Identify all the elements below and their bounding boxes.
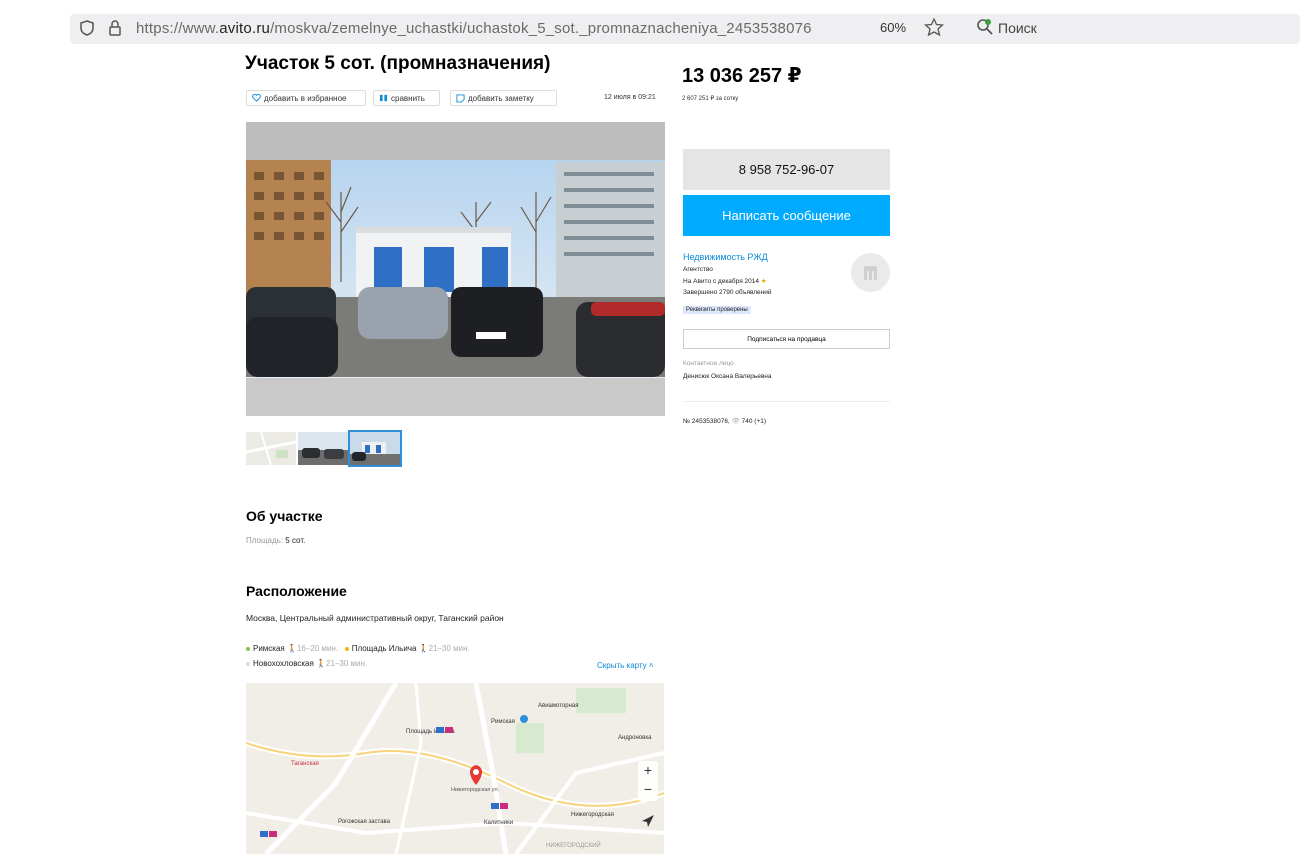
thumbnail-map[interactable] [246,432,296,465]
map-label-nizhegorodskaya-st: Нижегородская ул. [451,787,500,793]
views-count: 740 (+1) [741,418,767,425]
url-prefix: https://www. [136,20,220,37]
map-label-nizhegorodskaya: Нижегородская [571,812,614,818]
area-label: Площадь: [246,536,284,545]
verified-badge: Реквизиты проверены [683,306,751,314]
walk-icon: 🚶 [418,644,429,653]
seller-since-text: На Авито с декабря 2014 [683,278,759,285]
metro-name: Римская [253,644,285,653]
url-path: /moskva/zemelnye_uchastki/uchastok_5_sot… [270,20,812,37]
location-map[interactable]: Таганская Площадь Ильича Римская Авиамот… [246,683,664,854]
map-label-rimskaya: Римская [491,719,515,725]
contact-person-label: Контактное лицо [683,360,734,367]
medal-icon: ★ [760,278,767,285]
area-row: Площадь: 5 сот. [246,536,305,545]
ad-number: № 2453538076, 👁 740 (+1) [683,417,766,425]
address: Москва, Центральный административный окр… [246,613,504,623]
map-label-taganskaya: Таганская [291,761,319,767]
currency-symbol: ₽ [787,65,802,87]
add-favorite-button[interactable]: добавить в избранное [246,90,366,106]
thumbnail-photo-2[interactable] [348,430,402,467]
metro-row-1: Римская 🚶16–20 мин. Площадь Ильича 🚶21–3… [246,644,470,653]
price: 13 036 257 ₽ [682,63,802,88]
map-label-kalitniki: Калитники [484,820,513,826]
add-note-label: добавить заметку [468,93,534,103]
zoom-out-button[interactable]: − [644,781,652,797]
area-value: 5 сот. [285,536,306,545]
photo-illustration [246,122,665,416]
seller-type: Агентство [683,266,713,273]
add-favorite-label: добавить в избранное [264,93,347,103]
map-label-andronovka: Андроновка [618,735,652,741]
walk-icon: 🚶 [316,659,327,668]
shield-icon[interactable] [80,20,94,36]
compare-label: сравнить [391,93,425,103]
url-text[interactable]: https://www.avito.ru/moskva/zemelnye_uch… [136,20,812,37]
contact-person-name: Денисюк Оксана Валерьевна [683,373,772,380]
bookmark-star-icon[interactable] [924,18,944,36]
map-label-rogozhskaya: Рогожская застава [338,819,391,825]
price-value: 13 036 257 [682,65,783,87]
metro-dot [246,646,250,651]
chevron-up-icon: ˄ [648,661,654,670]
map-canvas: Таганская Площадь Ильича Римская Авиамот… [246,683,664,854]
listing-photo[interactable] [246,122,665,416]
metro-name: Площадь Ильича [351,644,417,653]
heart-icon [252,94,261,102]
publish-date: 12 июля в 09:21 [604,94,656,101]
ad-number-text: № 2453538076, [683,418,730,425]
seller-avatar[interactable] [851,253,890,292]
add-note-button[interactable]: добавить заметку [450,90,557,106]
show-phone-button[interactable]: 8 958 752-96-07 [683,149,890,190]
eye-icon: 👁 [731,418,740,425]
metro-name: Новохохловская [253,659,314,668]
thumbnail-photo-1-illustration [298,432,348,465]
url-domain: avito.ru [219,20,271,37]
metro-time: 21–30 мин. [326,659,368,668]
lock-icon[interactable] [108,20,122,36]
map-label-nizhegorodsky: НИЖЕГОРОДСКИЙ [546,841,601,849]
thumbnail-photo-1[interactable] [298,432,348,465]
divider [683,401,890,402]
thumbnail-map-illustration [246,432,296,465]
metro-time: 21–30 мин. [428,644,470,653]
seller-since: На Авито с декабря 2014 ★ [683,277,767,285]
write-message-button[interactable]: Написать сообщение [683,195,890,236]
zoom-in-button[interactable]: + [644,762,652,778]
seller-completed: Завершено 2790 объявлений [683,289,772,296]
subscribe-seller-button[interactable]: Подписаться на продавца [683,329,890,349]
walk-icon: 🚶 [287,644,297,653]
agency-logo-icon [864,266,877,280]
compare-icon [379,94,388,102]
metro-time: 16–20 мин. [296,644,339,653]
listing-title: Участок 5 сот. (промназначения) [245,53,551,74]
hide-map-link[interactable]: Скрыть карту ˄ [597,661,654,670]
map-zoom-controls[interactable]: + − [638,761,658,801]
note-icon [456,93,465,103]
zoom-level[interactable]: 60% [880,20,906,35]
search-engine-label[interactable]: Поиск [998,20,1037,36]
compare-button[interactable]: сравнить [373,90,440,106]
seller-name-link[interactable]: Недвижимость РЖД [683,252,768,262]
price-per-unit: 2 607 251 ₽ за сотку [682,96,739,102]
hide-map-label: Скрыть карту [597,661,647,670]
metro-dot [246,661,250,666]
location-heading: Расположение [246,583,347,599]
map-label-aviamotornaya: Авиамоторная [538,703,578,709]
about-heading: Об участке [246,508,323,524]
thumbnail-photo-2-illustration [350,432,400,465]
metro-row-2: Новохохловская 🚶21–30 мин. [246,659,367,668]
search-icon[interactable] [976,18,994,36]
metro-dot [344,646,349,651]
